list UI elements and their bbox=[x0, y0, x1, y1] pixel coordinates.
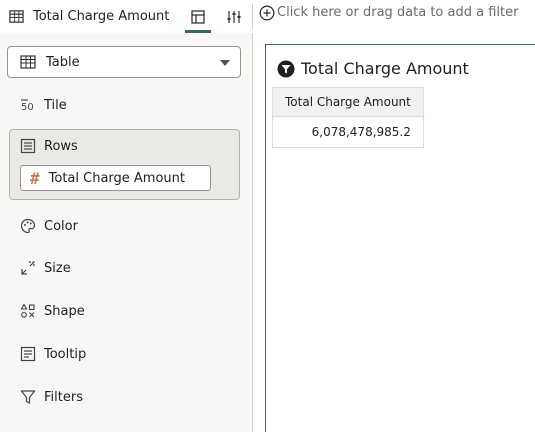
shape-icon bbox=[20, 303, 35, 318]
grammar-item-size[interactable]: Size bbox=[20, 257, 71, 279]
filter-icon bbox=[20, 390, 36, 404]
visualization-type-label: Table bbox=[46, 54, 80, 70]
grammar-item-tile[interactable]: 50 Tile bbox=[20, 94, 67, 116]
grammar-item-rows: Rows bbox=[20, 138, 78, 154]
visualization-title: Total Charge Amount bbox=[277, 59, 469, 78]
data-table: Total Charge Amount 6,078,478,985.2 bbox=[272, 87, 424, 148]
grammar-panel: Table 50 Tile Rows # Total Charge Amount bbox=[0, 33, 253, 432]
rows-drop-target[interactable]: Rows # Total Charge Amount bbox=[9, 129, 240, 200]
filter-bar[interactable]: Click here or drag data to add a filter bbox=[259, 0, 518, 25]
sliders-icon bbox=[227, 10, 241, 23]
table-row: 6,078,478,985.2 bbox=[272, 116, 424, 148]
size-icon bbox=[21, 261, 35, 275]
measure-hash-icon: # bbox=[30, 168, 40, 188]
chevron-down-icon bbox=[220, 60, 230, 66]
visualization-tab-label: Total Charge Amount bbox=[33, 9, 170, 24]
grammar-item-tooltip[interactable]: Tooltip bbox=[20, 343, 86, 365]
grammar-item-label: Size bbox=[44, 260, 71, 276]
palette-icon bbox=[20, 218, 36, 234]
grammar-item-label: Tooltip bbox=[44, 346, 87, 362]
tooltip-icon bbox=[20, 346, 36, 362]
add-circle-icon bbox=[259, 5, 275, 20]
rows-column-pill-label: Total Charge Amount bbox=[48, 170, 186, 186]
grammar-item-label: Tile bbox=[44, 97, 67, 113]
filter-placeholder: Click here or drag data to add a filter bbox=[277, 5, 519, 20]
grammar-item-label: Filters bbox=[44, 389, 83, 405]
panel-layout-icon bbox=[191, 9, 205, 24]
grammar-item-color[interactable]: Color bbox=[20, 215, 78, 237]
table-cell[interactable]: 6,078,478,985.2 bbox=[272, 116, 424, 148]
visualization-tab[interactable]: Total Charge Amount bbox=[0, 0, 175, 33]
tile-number-icon: 50 bbox=[21, 99, 34, 113]
grammar-item-label: Color bbox=[44, 218, 78, 234]
grammar-item-shape[interactable]: Shape bbox=[20, 300, 85, 322]
table-header-row: Total Charge Amount bbox=[272, 87, 424, 117]
visualization-title-text: Total Charge Amount bbox=[301, 59, 469, 78]
top-bar: Total Charge Amount Click here or drag d… bbox=[0, 0, 535, 33]
grammar-item-label: Shape bbox=[44, 303, 85, 319]
table-column-header[interactable]: Total Charge Amount bbox=[272, 87, 424, 117]
table-icon bbox=[20, 55, 36, 69]
properties-tab[interactable] bbox=[221, 0, 247, 33]
grammar-panel-tab[interactable] bbox=[185, 0, 211, 33]
rows-column-pill[interactable]: # Total Charge Amount bbox=[20, 165, 211, 191]
visualization-canvas[interactable]: Total Charge Amount Total Charge Amount … bbox=[265, 44, 535, 432]
rows-icon bbox=[20, 138, 36, 154]
grammar-item-filters[interactable]: Filters bbox=[20, 386, 83, 408]
table-icon bbox=[9, 10, 24, 23]
funnel-badge-icon bbox=[277, 60, 295, 77]
svg-text:50: 50 bbox=[21, 102, 34, 113]
grammar-item-label: Rows bbox=[44, 138, 78, 154]
visualization-type-select[interactable]: Table bbox=[7, 46, 241, 78]
toolbar-divider bbox=[252, 4, 253, 29]
